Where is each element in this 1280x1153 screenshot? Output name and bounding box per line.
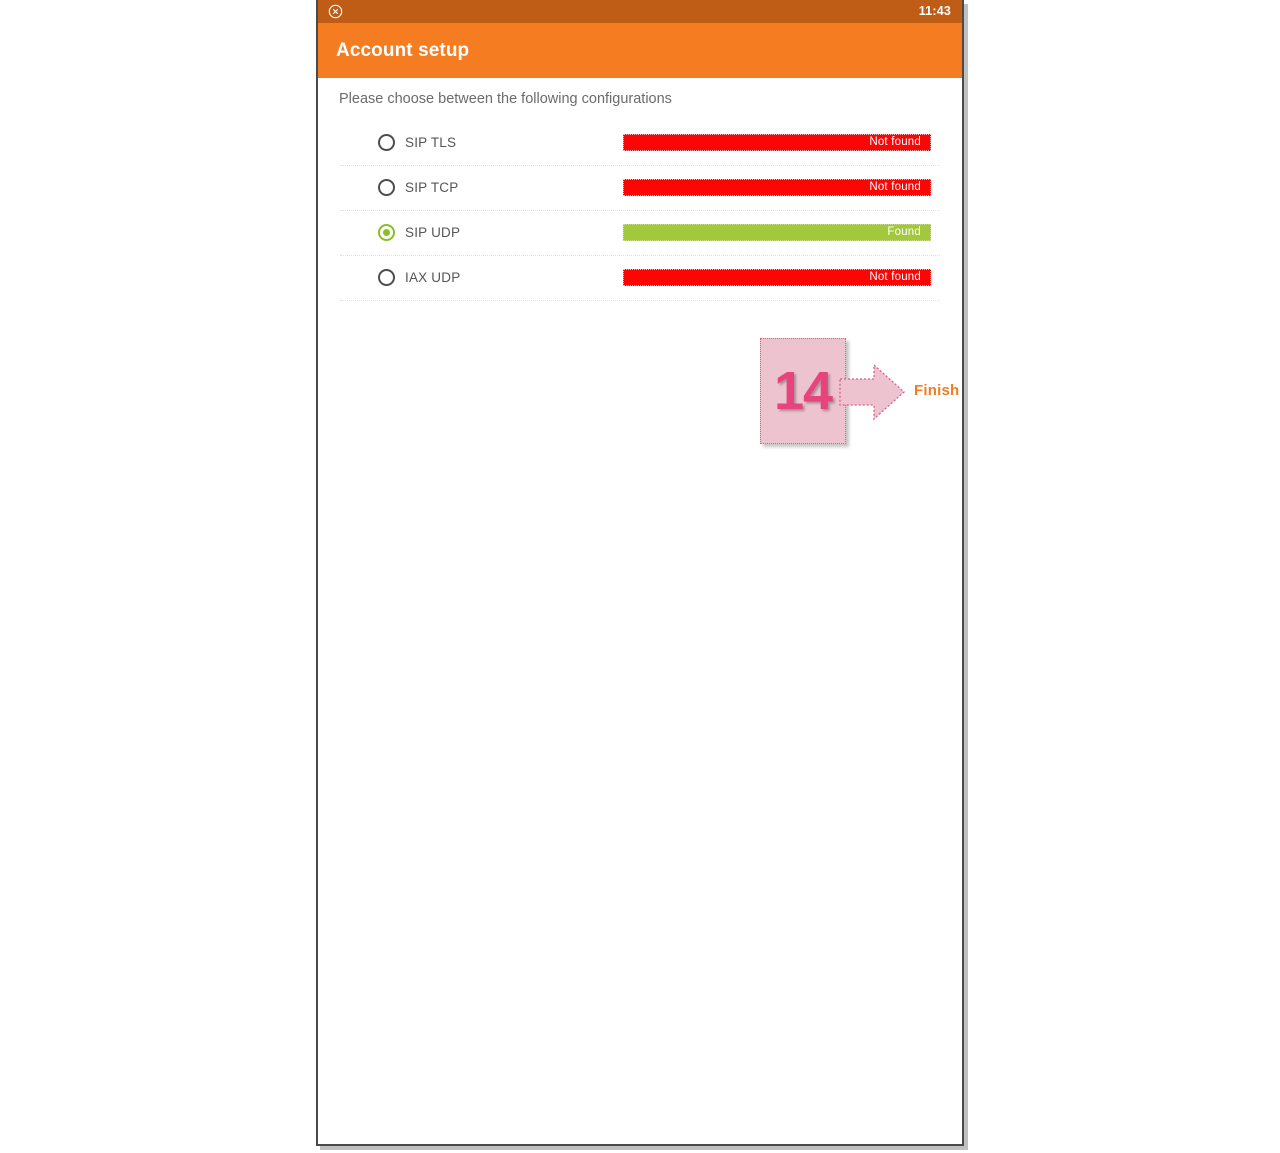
step-annotation: 14 Finish xyxy=(760,338,959,446)
status-badge-text: Not found xyxy=(869,181,921,194)
radio-button-sip-tls[interactable] xyxy=(378,134,395,152)
radio-wrap-iax-udp[interactable]: IAX UDP xyxy=(340,269,610,287)
status-badge-text: Found xyxy=(887,226,921,239)
status-badge-sip-udp: Found xyxy=(623,224,931,242)
option-label-sip-udp: SIP UDP xyxy=(405,225,461,241)
page-title: Account setup xyxy=(336,39,470,61)
status-badge-sip-tcp: Not found xyxy=(623,179,931,197)
option-row-sip-udp[interactable]: SIP UDP Found xyxy=(340,211,940,256)
step-number-label: 14 xyxy=(773,361,833,421)
option-row-iax-udp[interactable]: IAX UDP Not found xyxy=(340,256,940,301)
annotation-arrow-icon xyxy=(838,361,908,423)
step-number-box: 14 xyxy=(760,338,846,444)
option-label-iax-udp: IAX UDP xyxy=(405,270,461,286)
device-window: 11:43 Account setup Please choose betwee… xyxy=(316,0,964,1146)
status-badge-iax-udp: Not found xyxy=(623,269,931,287)
option-label-sip-tls: SIP TLS xyxy=(405,135,457,151)
screenshot-root: 11:43 Account setup Please choose betwee… xyxy=(0,0,1280,1153)
radio-button-iax-udp[interactable] xyxy=(378,269,395,287)
content-area: Please choose between the following conf… xyxy=(318,78,962,444)
status-badge-sip-tls: Not found xyxy=(623,134,931,152)
status-badge-text: Not found xyxy=(869,271,921,284)
instruction-text: Please choose between the following conf… xyxy=(339,91,672,107)
radio-wrap-sip-tcp[interactable]: SIP TCP xyxy=(340,179,610,197)
option-label-sip-tcp: SIP TCP xyxy=(405,180,459,196)
configuration-option-list: SIP TLS Not found SIP TCP Not found SIP … xyxy=(340,121,940,301)
status-bar-clock: 11:43 xyxy=(918,4,951,19)
close-circle-icon[interactable] xyxy=(328,4,343,19)
system-status-bar: 11:43 xyxy=(318,0,962,23)
app-bar: Account setup xyxy=(318,23,962,78)
annotation-action-label: Finish xyxy=(914,382,960,399)
option-row-sip-tls[interactable]: SIP TLS Not found xyxy=(340,121,940,166)
radio-button-sip-udp[interactable] xyxy=(378,224,395,242)
radio-wrap-sip-tls[interactable]: SIP TLS xyxy=(340,134,610,152)
option-row-sip-tcp[interactable]: SIP TCP Not found xyxy=(340,166,940,211)
status-badge-text: Not found xyxy=(869,136,921,149)
radio-wrap-sip-udp[interactable]: SIP UDP xyxy=(340,224,610,242)
radio-button-sip-tcp[interactable] xyxy=(378,179,395,197)
